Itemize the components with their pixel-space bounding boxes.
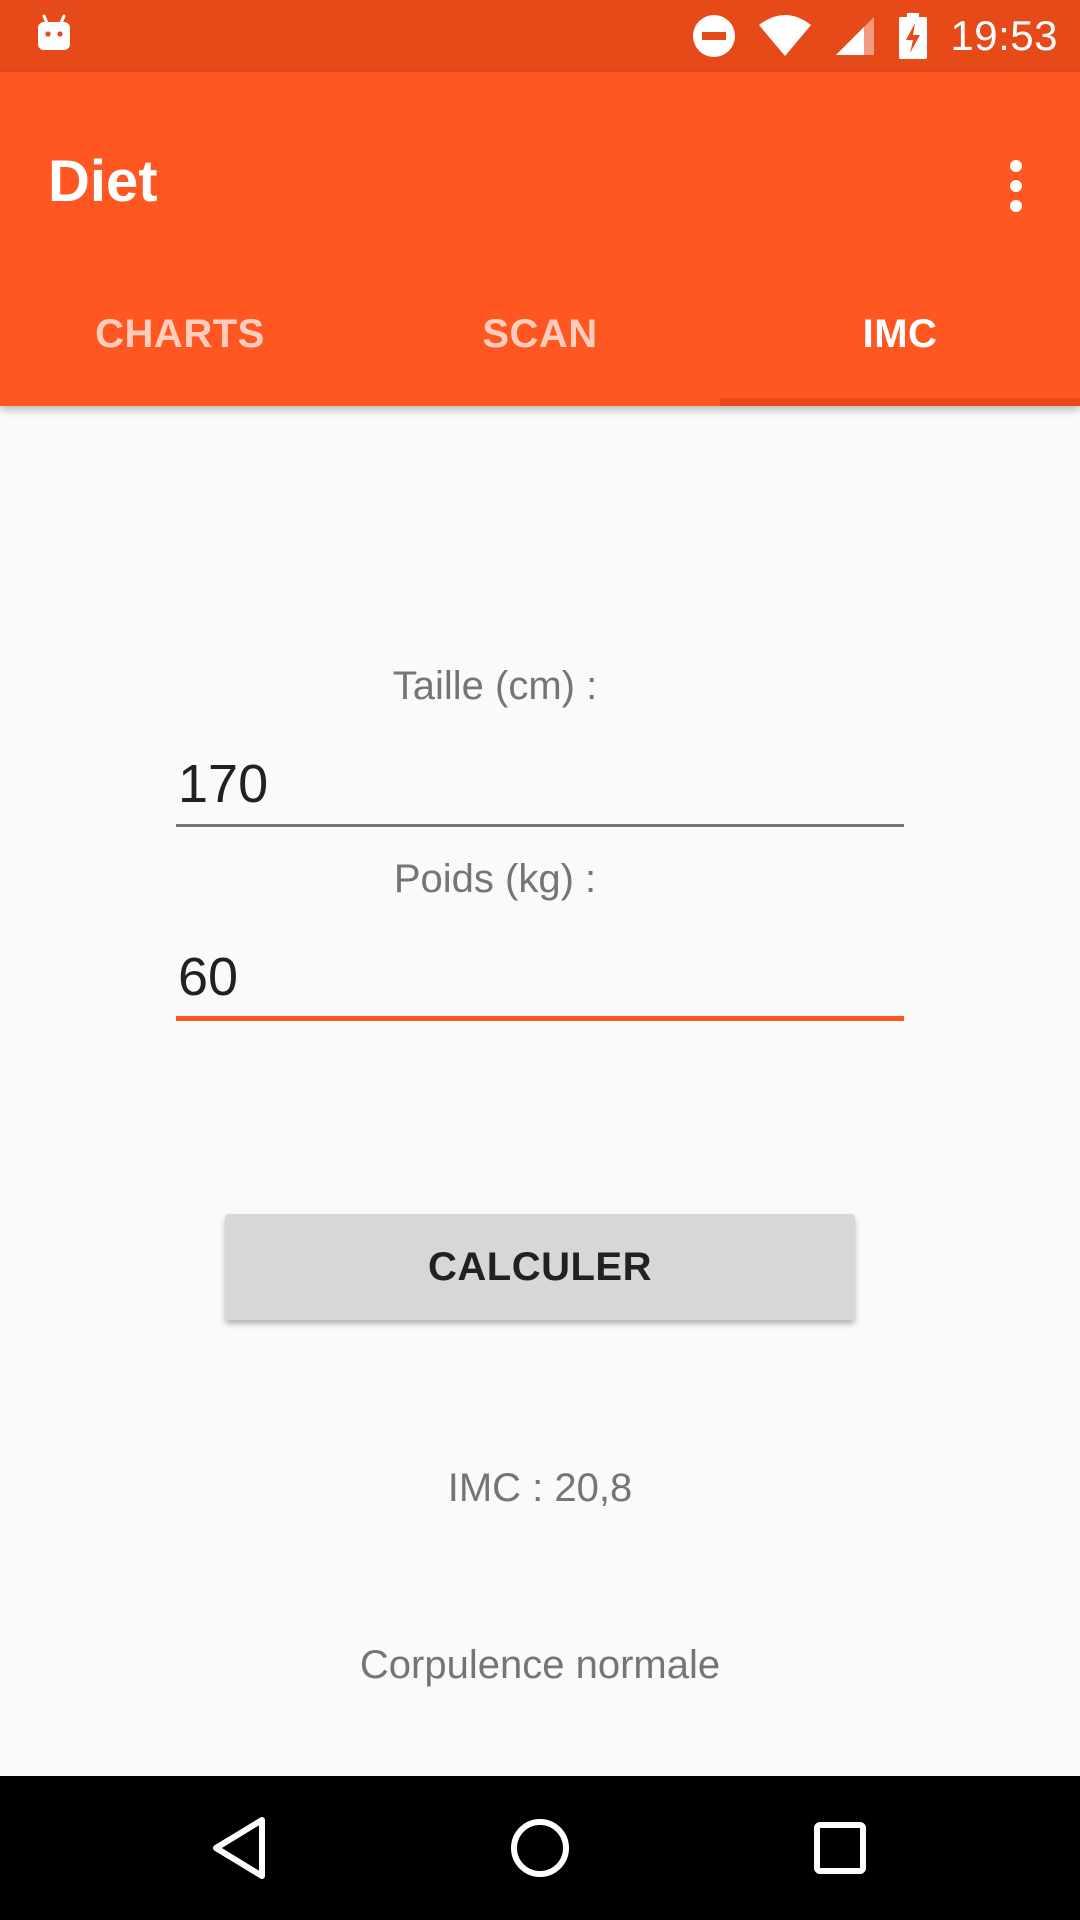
status-bar: 19:53 bbox=[0, 0, 1080, 72]
tab-scan[interactable]: SCAN bbox=[360, 262, 720, 406]
status-time: 19:53 bbox=[950, 12, 1058, 59]
corpulence-result: Corpulence normale bbox=[359, 1643, 721, 1687]
back-icon[interactable] bbox=[190, 1798, 290, 1898]
more-vert-icon[interactable] bbox=[980, 150, 1052, 222]
calculate-button[interactable]: CALCULER bbox=[225, 1214, 855, 1320]
wifi-icon bbox=[758, 15, 812, 57]
app-bar: Diet CHARTS SCAN IMC bbox=[0, 72, 1080, 406]
weight-label: Poids (kg) : bbox=[393, 857, 597, 901]
recents-icon[interactable] bbox=[790, 1798, 890, 1898]
height-field[interactable]: 170 bbox=[176, 754, 904, 814]
navigation-bar bbox=[0, 1776, 1080, 1920]
tab-imc[interactable]: IMC bbox=[720, 262, 1080, 406]
app-title: Diet bbox=[48, 149, 158, 214]
weight-field[interactable]: 60 bbox=[176, 947, 904, 1007]
height-label: Taille (cm) : bbox=[392, 664, 598, 708]
weight-field-underline bbox=[176, 1016, 904, 1021]
signal-icon bbox=[834, 15, 876, 57]
tab-bar: CHARTS SCAN IMC bbox=[0, 262, 1080, 406]
do-not-disturb-icon bbox=[692, 14, 736, 58]
battery-charging-icon bbox=[898, 13, 928, 59]
height-field-underline bbox=[176, 824, 904, 827]
imc-result: IMC : 20,8 bbox=[447, 1466, 633, 1510]
android-icon bbox=[36, 14, 72, 54]
home-icon[interactable] bbox=[490, 1798, 590, 1898]
tab-charts[interactable]: CHARTS bbox=[0, 262, 360, 406]
